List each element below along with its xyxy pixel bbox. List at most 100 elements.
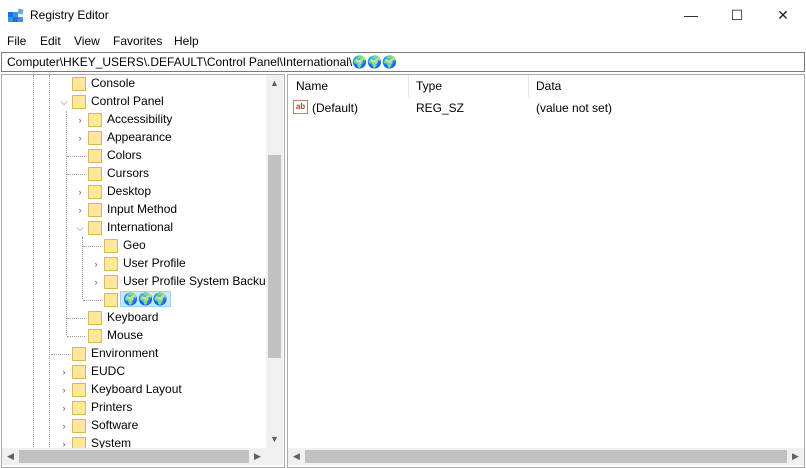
menu-favorites[interactable]: Favorites — [113, 34, 162, 48]
collapse-chevron-icon[interactable]: › — [91, 259, 101, 269]
scroll-right-arrow-icon[interactable]: ▶ — [787, 448, 804, 465]
tree-vertical-scrollbar[interactable]: ▲ ▼ — [266, 75, 283, 448]
address-path[interactable]: Computer\HKEY_USERS\.DEFAULT\Control Pan… — [7, 55, 397, 69]
folder-icon — [104, 239, 118, 253]
folder-icon — [72, 419, 86, 433]
address-bar[interactable]: Computer\HKEY_USERS\.DEFAULT\Control Pan… — [1, 52, 805, 72]
tree-item-software[interactable]: › Software — [2, 417, 266, 435]
tree-item-desktop[interactable]: › Desktop — [2, 183, 266, 201]
tree-item-keyboard-layout[interactable]: › Keyboard Layout — [2, 381, 266, 399]
values-list-pane[interactable]: Name Type Data ab (Default) REG_SZ (valu… — [287, 74, 805, 468]
tree-item-label: Accessibility — [107, 112, 173, 126]
expand-chevron-icon[interactable]: ⌵ — [75, 223, 85, 233]
tree-horizontal-scrollbar[interactable]: ◀ ▶ — [2, 448, 266, 465]
tree-guide-line — [67, 318, 85, 319]
collapse-chevron-icon[interactable]: › — [75, 115, 85, 125]
tree-item-label: Colors — [107, 148, 142, 162]
tree-vertical-scroll-thumb[interactable] — [268, 155, 281, 358]
collapse-chevron-icon[interactable]: › — [75, 205, 85, 215]
list-horizontal-scroll-thumb[interactable] — [305, 450, 787, 463]
scroll-left-arrow-icon[interactable]: ◀ — [2, 448, 19, 465]
string-value-icon: ab — [293, 100, 308, 114]
scroll-right-arrow-icon[interactable]: ▶ — [249, 448, 266, 465]
column-header-data[interactable]: Data — [536, 75, 561, 97]
collapse-chevron-icon[interactable]: › — [59, 403, 69, 413]
tree-item-appearance[interactable]: › Appearance — [2, 129, 266, 147]
collapse-chevron-icon[interactable]: › — [75, 133, 85, 143]
tree-item-accessibility[interactable]: › Accessibility — [2, 111, 266, 129]
scroll-left-arrow-icon[interactable]: ◀ — [288, 448, 305, 465]
collapse-chevron-icon[interactable]: › — [91, 277, 101, 287]
tree-item-label: International — [107, 220, 174, 234]
tree-item-globe-key-selected[interactable]: 🌍🌍🌍 — [2, 291, 266, 309]
tree-item-input-method[interactable]: › Input Method — [2, 201, 266, 219]
tree-item-label: Console — [91, 76, 136, 90]
close-button[interactable]: ✕ — [760, 0, 806, 31]
registry-tree-pane[interactable]: Console ⌵ Control Panel › Accessibility … — [1, 74, 285, 468]
tree-item-label: EUDC — [91, 364, 126, 378]
folder-icon — [72, 95, 86, 109]
folder-icon — [104, 293, 118, 307]
column-header-type[interactable]: Type — [416, 75, 442, 97]
tree-item-label: User Profile System Backup — [123, 274, 273, 288]
tree-item-keyboard[interactable]: Keyboard — [2, 309, 266, 327]
minimize-button[interactable]: — — [668, 0, 714, 31]
folder-icon — [88, 149, 102, 163]
menu-help[interactable]: Help — [174, 34, 199, 48]
tree-item-eudc[interactable]: › EUDC — [2, 363, 266, 381]
folder-icon — [104, 257, 118, 271]
tree-item-international[interactable]: ⌵ International — [2, 219, 266, 237]
tree-item-label: Cursors — [107, 166, 150, 180]
folder-icon — [88, 131, 102, 145]
scroll-down-arrow-icon[interactable]: ▼ — [266, 431, 283, 448]
tree-item-mouse[interactable]: Mouse — [2, 327, 266, 345]
tree-guide-line — [83, 300, 101, 301]
tree-item-printers[interactable]: › Printers — [2, 399, 266, 417]
folder-icon — [72, 401, 86, 415]
value-name: (Default) — [312, 101, 359, 115]
maximize-button[interactable]: ☐ — [714, 0, 760, 31]
tree-item-label: User Profile — [123, 256, 186, 270]
tree-item-user-profile-system-backup[interactable]: › User Profile System Backup — [2, 273, 272, 291]
window-title: Registry Editor — [30, 8, 109, 22]
tree-item-console[interactable]: Console — [2, 75, 266, 93]
tree-item-label: Keyboard — [107, 310, 159, 324]
value-data: (value not set) — [536, 101, 613, 115]
folder-icon — [104, 275, 118, 289]
column-header-name[interactable]: Name — [296, 75, 328, 97]
collapse-chevron-icon[interactable]: › — [59, 385, 69, 395]
menu-view[interactable]: View — [74, 34, 100, 48]
collapse-chevron-icon[interactable]: › — [59, 367, 69, 377]
list-horizontal-scrollbar[interactable]: ◀ ▶ — [288, 448, 804, 465]
expand-chevron-icon[interactable]: ⌵ — [59, 97, 69, 107]
scrollbar-corner — [266, 448, 283, 465]
tree-item-colors[interactable]: Colors — [2, 147, 266, 165]
collapse-chevron-icon[interactable]: › — [59, 421, 69, 431]
tree-guide-line — [67, 174, 85, 175]
tree-item-geo[interactable]: Geo — [2, 237, 266, 255]
tree-item-user-profile[interactable]: › User Profile — [2, 255, 266, 273]
column-separator[interactable] — [528, 75, 529, 97]
tree-item-label: Desktop — [107, 184, 152, 198]
tree-item-label: Environment — [91, 346, 159, 360]
menu-bar: File Edit View Favorites Help — [0, 32, 806, 50]
scroll-up-arrow-icon[interactable]: ▲ — [266, 75, 283, 92]
collapse-chevron-icon[interactable]: › — [75, 187, 85, 197]
tree-item-label: Geo — [123, 238, 146, 252]
tree-item-label: Keyboard Layout — [91, 382, 182, 396]
menu-file[interactable]: File — [7, 34, 26, 48]
tree-item-control-panel[interactable]: ⌵ Control Panel — [2, 93, 266, 111]
folder-icon — [88, 311, 102, 325]
tree-item-label: Printers — [91, 400, 133, 414]
tree-item-cursors[interactable]: Cursors — [2, 165, 266, 183]
folder-icon — [88, 167, 102, 181]
tree-horizontal-scroll-thumb[interactable] — [19, 450, 249, 463]
tree-item-label: 🌍🌍🌍 — [120, 291, 171, 307]
folder-icon — [72, 365, 86, 379]
value-row-default[interactable]: ab (Default) REG_SZ (value not set) — [288, 98, 804, 118]
menu-edit[interactable]: Edit — [40, 34, 61, 48]
tree-item-environment[interactable]: Environment — [2, 345, 266, 363]
column-separator[interactable] — [408, 75, 409, 97]
folder-icon — [88, 221, 102, 235]
title-bar: Registry Editor — ☐ ✕ — [0, 0, 806, 31]
